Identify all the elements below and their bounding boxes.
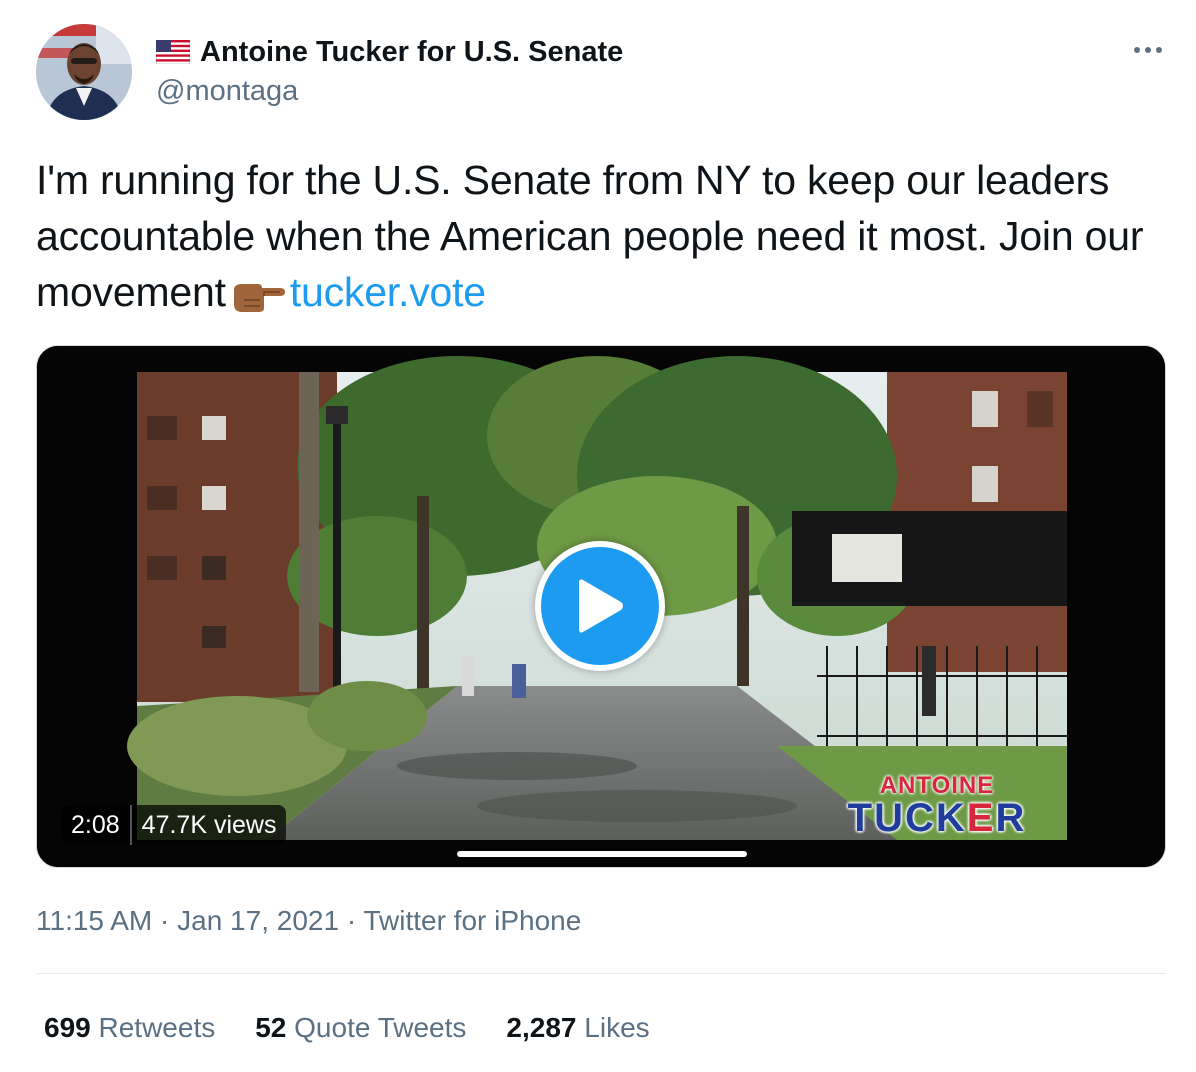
video-player[interactable]: ANTOINE TUCKER 2:08 47.7K views: [36, 345, 1166, 868]
video-overlay-last-name: TUCKER: [827, 796, 1047, 841]
video-stats-badge: 2:08 47.7K views: [61, 805, 287, 845]
tweet-time[interactable]: 11:15 AM: [36, 905, 152, 936]
last-name-part-2: E: [966, 796, 996, 840]
tweet-detail: Antoine Tucker for U.S. Senate @montaga …: [0, 0, 1196, 1072]
video-progress-bar[interactable]: [457, 851, 747, 857]
last-name-part-1: TUCK: [847, 796, 967, 840]
likes-label: Likes: [584, 1012, 650, 1043]
likes-count: 2,287: [506, 1012, 577, 1043]
play-button[interactable]: [535, 541, 665, 671]
author-display-name[interactable]: Antoine Tucker for U.S. Senate: [156, 34, 623, 70]
tweet-meta: 11:15 AM · Jan 17, 2021 · Twitter for iP…: [36, 905, 581, 937]
quote-tweets-label: Quote Tweets: [294, 1012, 467, 1043]
meta-separator-1: ·: [160, 905, 170, 936]
more-options-icon[interactable]: [1130, 38, 1166, 62]
divider: [36, 973, 1166, 974]
tweet-date[interactable]: Jan 17, 2021: [177, 905, 339, 936]
pointing-right-hand-emoji-icon: [230, 272, 286, 328]
meta-separator-2: ·: [346, 905, 357, 936]
play-icon: [541, 547, 659, 665]
retweets-stat[interactable]: 699 Retweets: [44, 1012, 215, 1044]
engagement-stats: 699 Retweets 52 Quote Tweets 2,287 Likes: [44, 1012, 650, 1044]
tweet-link[interactable]: tucker.vote: [290, 269, 486, 315]
quote-tweets-stat[interactable]: 52 Quote Tweets: [255, 1012, 466, 1044]
last-name-part-3: R: [995, 796, 1027, 840]
tweet-text: I'm running for the U.S. Senate from NY …: [36, 152, 1166, 328]
retweets-label: Retweets: [98, 1012, 216, 1043]
author-handle[interactable]: @montaga: [156, 75, 298, 108]
tweet-text-body: I'm running for the U.S. Senate from NY …: [36, 157, 1144, 315]
retweets-count: 699: [44, 1012, 91, 1043]
tweet-source[interactable]: Twitter for iPhone: [363, 905, 581, 936]
author-name-text: Antoine Tucker for U.S. Senate: [200, 35, 624, 68]
us-flag-icon: [156, 40, 190, 64]
quote-tweets-count: 52: [255, 1012, 287, 1043]
avatar[interactable]: [36, 24, 132, 120]
video-views: 47.7K views: [141, 810, 277, 839]
video-duration: 2:08: [71, 810, 120, 839]
likes-stat[interactable]: 2,287 Likes: [506, 1012, 649, 1044]
